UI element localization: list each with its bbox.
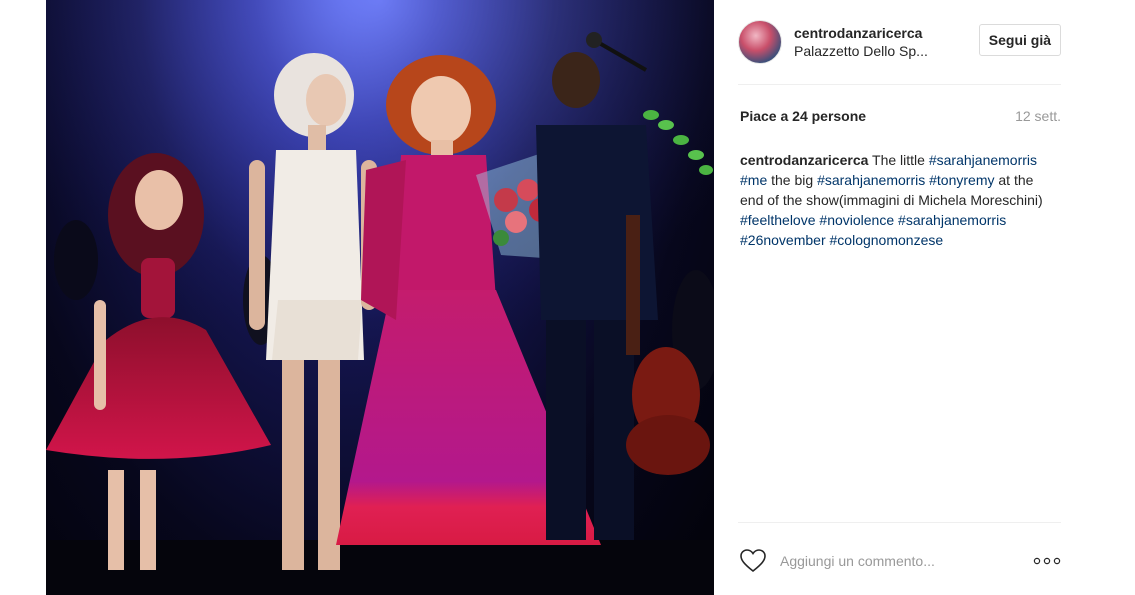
post-author: centrodanzaricerca Palazzetto Dello Sp..…: [794, 24, 954, 60]
hashtag-link[interactable]: #26november: [740, 232, 826, 248]
author-username[interactable]: centrodanzaricerca: [794, 24, 954, 42]
post-timestamp[interactable]: 12 sett.: [1015, 108, 1061, 124]
hashtag-link[interactable]: #me: [740, 172, 767, 188]
photo-illustration: [46, 0, 714, 595]
caption-username[interactable]: centrodanzaricerca: [740, 152, 868, 168]
hashtag-link[interactable]: #sarahjanemorris: [929, 152, 1037, 168]
hashtag-link[interactable]: #tonyremy: [929, 172, 994, 188]
caption-fragment: the big: [767, 172, 818, 188]
post-header: centrodanzaricerca Palazzetto Dello Sp..…: [738, 14, 1061, 70]
likes-count[interactable]: Piace a 24 persone: [740, 108, 866, 124]
more-options-icon[interactable]: [1033, 554, 1061, 568]
caption-fragment: The little: [872, 152, 929, 168]
comments-divider: [738, 522, 1061, 523]
instagram-post: centrodanzaricerca Palazzetto Dello Sp..…: [0, 0, 1135, 595]
comment-bar: [738, 545, 1061, 577]
hashtag-link[interactable]: #sarahjanemorris: [817, 172, 925, 188]
follow-button[interactable]: Segui già: [978, 24, 1061, 56]
heart-icon[interactable]: [740, 549, 766, 573]
hashtag-link[interactable]: #sarahjanemorris: [898, 212, 1006, 228]
post-side-panel: centrodanzaricerca Palazzetto Dello Sp..…: [738, 0, 1061, 595]
hashtag-link[interactable]: #colognomonzese: [830, 232, 944, 248]
hashtag-link[interactable]: #feelthelove: [740, 212, 816, 228]
avatar[interactable]: [738, 20, 782, 64]
post-location[interactable]: Palazzetto Dello Sp...: [794, 42, 954, 60]
likes-row: Piace a 24 persone 12 sett.: [740, 108, 1061, 124]
post-photo[interactable]: [46, 0, 714, 595]
comment-input[interactable]: [780, 553, 1000, 569]
header-divider: [738, 84, 1061, 85]
post-caption: centrodanzaricerca The little #sarahjane…: [740, 150, 1060, 250]
hashtag-link[interactable]: #noviolence: [819, 212, 894, 228]
